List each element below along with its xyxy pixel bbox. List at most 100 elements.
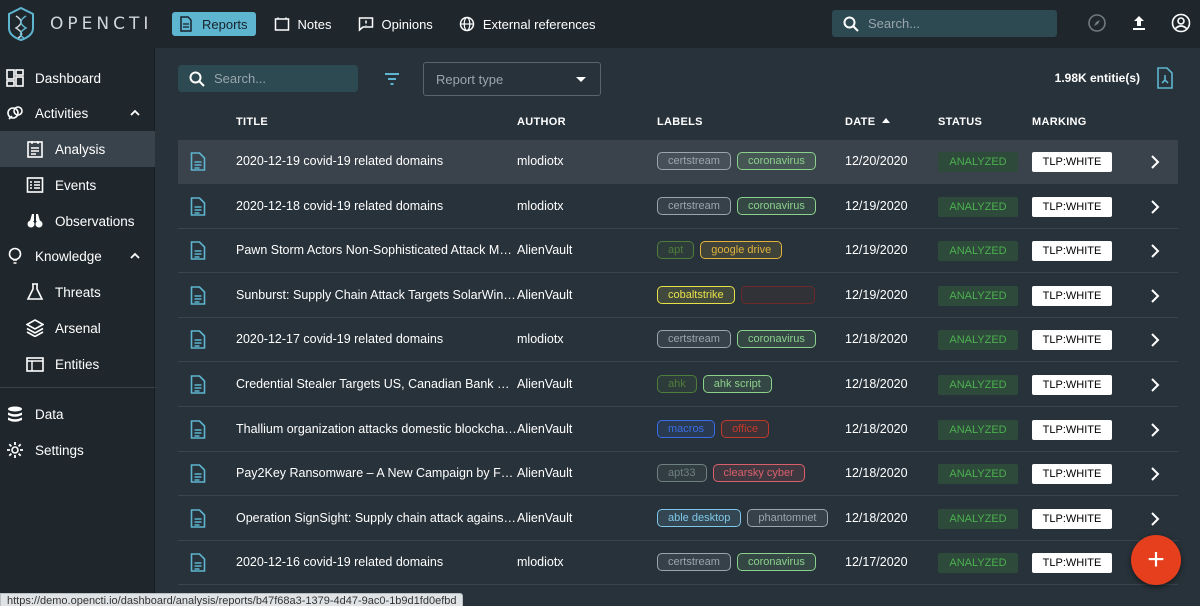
settings-icon bbox=[7, 442, 23, 458]
marking-badge: TLP:WHITE bbox=[1032, 375, 1112, 395]
report-date: 12/19/2020 bbox=[845, 199, 908, 213]
tab-opinions[interactable]: Opinions bbox=[352, 12, 441, 36]
explore-icon[interactable] bbox=[1087, 13, 1107, 33]
table-row[interactable]: Sunburst: Supply Chain Attack Targets So… bbox=[178, 274, 1178, 318]
label-chip[interactable]: certstream bbox=[657, 330, 731, 348]
report-date: 12/18/2020 bbox=[845, 511, 908, 525]
tab-notes-label: Notes bbox=[297, 16, 332, 32]
column-header-date[interactable]: DATE bbox=[845, 116, 875, 128]
sidebar-item-label: Activities bbox=[35, 105, 89, 121]
table-row[interactable]: 2020-12-16 covid-19 related domains mlodi… bbox=[178, 541, 1178, 585]
report-title: 2020-12-18 covid-19 related domains bbox=[236, 199, 444, 213]
chevron-up-icon[interactable] bbox=[129, 107, 141, 119]
chevron-right-icon bbox=[1151, 155, 1160, 169]
sidebar-item-label: Analysis bbox=[55, 141, 106, 157]
sidebar-item-observations[interactable]: Observations bbox=[0, 203, 155, 239]
column-header-author[interactable]: AUTHOR bbox=[517, 116, 566, 128]
table-row[interactable]: Pawn Storm Actors Non-Sophisticated Atta… bbox=[178, 229, 1178, 273]
column-header-labels[interactable]: LABELS bbox=[657, 116, 703, 128]
report-icon bbox=[190, 152, 206, 171]
table-row[interactable]: Operation SignSight: Supply chain attack… bbox=[178, 497, 1178, 541]
sidebar-item-activities[interactable]: Activities bbox=[0, 95, 155, 131]
label-chip[interactable]: certstream bbox=[657, 152, 731, 170]
logo-text: OPENCTI bbox=[50, 14, 153, 34]
sidebar-item-label: Dashboard bbox=[35, 70, 102, 86]
report-author: AlienVault bbox=[517, 511, 573, 525]
table-row[interactable]: 2020-12-18 covid-19 related domains mlodi… bbox=[178, 185, 1178, 229]
report-author: mlodiotx bbox=[517, 332, 564, 346]
table-row[interactable]: Credential Stealer Targets US, Canadian … bbox=[178, 363, 1178, 407]
filter-icon[interactable] bbox=[383, 70, 401, 88]
account-icon[interactable] bbox=[1171, 13, 1191, 33]
label-chip[interactable]: office bbox=[721, 420, 770, 438]
column-header-title[interactable]: TITLE bbox=[236, 116, 268, 128]
report-type-placeholder: Report type bbox=[436, 71, 504, 87]
top-bar: OPENCTI Reports Notes Opinions External … bbox=[0, 0, 1200, 48]
app-logo[interactable]: OPENCTI bbox=[6, 5, 156, 43]
tab-reports-label: Reports bbox=[202, 16, 248, 32]
report-title: 2020-12-16 covid-19 related domains bbox=[236, 555, 444, 569]
label-chip[interactable]: certstream bbox=[657, 197, 731, 215]
label-chip[interactable]: able desktop bbox=[657, 509, 742, 527]
upload-icon[interactable] bbox=[1129, 13, 1149, 33]
label-chip[interactable]: certstream bbox=[657, 553, 731, 571]
column-header-status[interactable]: STATUS bbox=[938, 116, 982, 128]
arsenal-icon bbox=[26, 319, 44, 337]
sidebar-item-knowledge[interactable]: Knowledge bbox=[0, 238, 155, 274]
sidebar-item-data[interactable]: Data bbox=[0, 396, 155, 432]
label-chip[interactable]: ahk bbox=[657, 375, 697, 393]
tab-external-references[interactable]: External references bbox=[453, 12, 604, 36]
sidebar-item-settings[interactable]: Settings bbox=[0, 432, 155, 468]
table-row[interactable]: 2020-12-17 covid-19 related domains mlodi… bbox=[178, 318, 1178, 362]
marking-badge: TLP:WHITE bbox=[1032, 197, 1112, 217]
global-search bbox=[832, 10, 1057, 37]
column-header-marking[interactable]: MARKING bbox=[1032, 116, 1087, 128]
sidebar-item-events[interactable]: Events bbox=[0, 167, 155, 203]
label-chip[interactable]: apt bbox=[657, 241, 695, 259]
status-badge: ANALYZED bbox=[938, 330, 1018, 350]
add-report-button[interactable]: + bbox=[1131, 535, 1181, 585]
label-chip[interactable]: macros bbox=[657, 420, 716, 438]
label-chip[interactable]: google drive bbox=[700, 241, 783, 259]
status-badge: ANALYZED bbox=[938, 553, 1018, 573]
report-title: Operation SignSight: Supply chain attack… bbox=[236, 511, 517, 525]
label-chip[interactable]: apt33 bbox=[657, 464, 707, 482]
marking-badge: TLP:WHITE bbox=[1032, 330, 1112, 350]
report-icon bbox=[190, 420, 206, 439]
sidebar-divider bbox=[0, 387, 155, 388]
export-icon[interactable] bbox=[1156, 67, 1174, 89]
chevron-up-icon[interactable] bbox=[129, 250, 141, 262]
sidebar-item-arsenal[interactable]: Arsenal bbox=[0, 310, 155, 346]
report-labels: apt google drive bbox=[657, 241, 788, 259]
tab-reports[interactable]: Reports bbox=[172, 12, 256, 36]
label-chip[interactable]: coronavirus bbox=[736, 553, 816, 571]
label-chip[interactable]: coronavirus bbox=[736, 152, 816, 170]
reports-search bbox=[178, 65, 358, 92]
label-chip[interactable]: clearsky cyber bbox=[712, 464, 805, 482]
global-search-input[interactable] bbox=[868, 16, 1048, 31]
tab-notes[interactable]: Notes bbox=[268, 12, 340, 36]
sidebar-item-label: Settings bbox=[35, 442, 84, 458]
reports-search-input[interactable] bbox=[214, 71, 354, 86]
opencti-logo-icon bbox=[8, 6, 34, 42]
label-chip[interactable] bbox=[740, 286, 815, 304]
opinions-icon bbox=[358, 17, 373, 32]
chevron-right-icon bbox=[1151, 289, 1160, 303]
table-row[interactable]: Pay2Key Ransomware – A New Campaign by F… bbox=[178, 452, 1178, 496]
sidebar-item-threats[interactable]: Threats bbox=[0, 274, 155, 310]
marking-badge: TLP:WHITE bbox=[1032, 286, 1112, 306]
report-title: 2020-12-17 covid-19 related domains bbox=[236, 332, 444, 346]
report-type-select[interactable]: Report type bbox=[423, 62, 601, 96]
label-chip[interactable]: cobaltstrike bbox=[657, 286, 735, 304]
label-chip[interactable]: coronavirus bbox=[736, 330, 816, 348]
label-chip[interactable]: phantomnet bbox=[747, 509, 828, 527]
label-chip[interactable]: ahk script bbox=[702, 375, 772, 393]
sidebar-item-entities[interactable]: Entities bbox=[0, 346, 155, 382]
table-row[interactable]: Thallium organization attacks domestic b… bbox=[178, 408, 1178, 452]
label-chip[interactable]: coronavirus bbox=[736, 197, 816, 215]
sidebar-item-analysis[interactable]: Analysis bbox=[0, 131, 155, 167]
sidebar-item-dashboard[interactable]: Dashboard bbox=[0, 60, 155, 96]
report-title: Thallium organization attacks domestic b… bbox=[236, 422, 517, 436]
status-badge: ANALYZED bbox=[938, 375, 1018, 395]
table-row[interactable]: 2020-12-19 covid-19 related domains mlodi… bbox=[178, 140, 1178, 184]
